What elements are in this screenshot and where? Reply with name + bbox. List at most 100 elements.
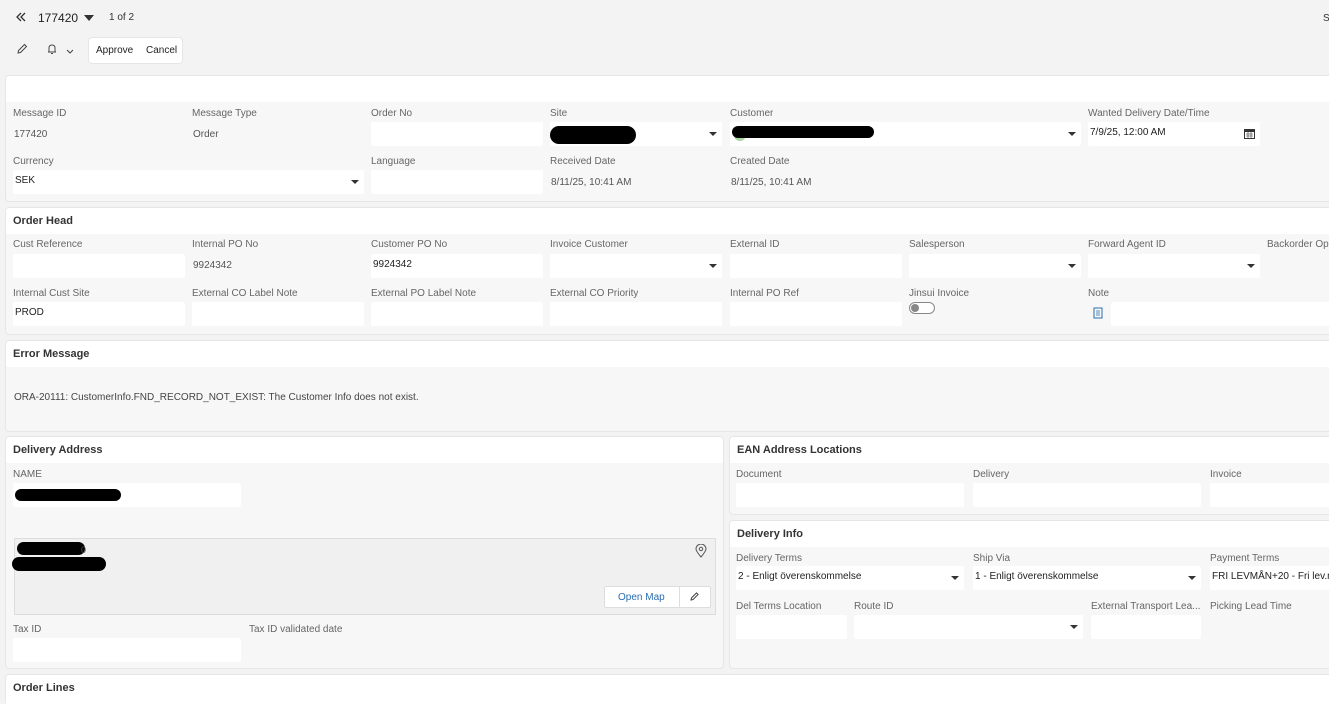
address-line2-redaction — [12, 557, 106, 571]
ean-document-label: Document — [736, 469, 782, 480]
ship-via-caret-icon — [1188, 576, 1196, 580]
button-divider — [679, 587, 680, 607]
address-postcode-fragment: 0 — [81, 545, 87, 555]
order-head-header: Order Head — [6, 208, 1329, 234]
order-head-panel: Order Head Cust Reference Internal PO No… — [6, 208, 1329, 334]
back-icon[interactable] — [14, 10, 28, 24]
internal-po-ref-label: Internal PO Ref — [730, 288, 799, 299]
site-caret-icon — [709, 132, 717, 136]
external-id-input[interactable] — [730, 254, 902, 278]
ship-via-select[interactable]: 1 - Enligt överenskommelse — [973, 566, 1201, 590]
invoice-customer-select[interactable] — [550, 254, 722, 278]
name-label: NAME — [13, 469, 42, 480]
ean-invoice-label: Invoice — [1210, 469, 1242, 480]
internal-cust-site-label: Internal Cust Site — [13, 288, 90, 299]
internal-cust-site-input[interactable]: PROD — [13, 302, 185, 326]
open-map-button[interactable]: Open Map — [618, 592, 665, 603]
salesperson-label: Salesperson — [909, 239, 965, 250]
wanted-delivery-input[interactable]: 7/9/25, 12:00 AM — [1088, 122, 1260, 146]
salesperson-select[interactable] — [909, 254, 1081, 278]
delivery-terms-caret-icon — [951, 576, 959, 580]
route-id-select[interactable] — [854, 615, 1083, 639]
ean-title: EAN Address Locations — [737, 444, 862, 456]
jinsui-invoice-label: Jinsui Invoice — [909, 288, 970, 299]
customer-label: Customer — [730, 108, 774, 119]
message-panel: Message ID 177420 Message Type Order Ord… — [6, 76, 1329, 201]
order-no-input[interactable] — [371, 122, 543, 146]
ean-document-input[interactable] — [736, 483, 964, 507]
customer-caret-icon — [1068, 132, 1076, 136]
delivery-terms-label: Delivery Terms — [736, 553, 802, 564]
route-id-caret-icon — [1070, 625, 1078, 629]
edit-address-pencil-icon[interactable] — [689, 591, 700, 602]
external-co-priority-input[interactable] — [550, 302, 722, 326]
error-title: Error Message — [13, 348, 90, 360]
internal-po-no-label: Internal PO No — [192, 239, 259, 250]
received-date-label: Received Date — [550, 156, 616, 167]
external-id-label: External ID — [730, 239, 780, 250]
customer-po-no-input[interactable]: 9924342 — [371, 254, 543, 278]
approve-button[interactable]: Approve — [96, 45, 133, 56]
site-redaction — [550, 126, 636, 144]
currency-caret-icon — [351, 180, 359, 184]
wanted-delivery-label: Wanted Delivery Date/Time — [1088, 108, 1210, 119]
ean-delivery-input[interactable] — [973, 483, 1201, 507]
payment-terms-label: Payment Terms — [1210, 553, 1280, 564]
external-co-priority-label: External CO Priority — [550, 288, 639, 299]
error-text: ORA-20111: CustomerInfo.FND_RECORD_NOT_E… — [14, 392, 419, 403]
forward-agent-id-select[interactable] — [1088, 254, 1260, 278]
ean-invoice-input[interactable] — [1210, 483, 1329, 507]
order-lines-panel: Order Lines — [6, 675, 1329, 704]
cust-reference-input[interactable] — [13, 254, 185, 278]
payment-terms-select[interactable]: FRI LEVMÅN+20 - Fri lev.må — [1210, 566, 1329, 590]
toggle-knob — [911, 304, 919, 312]
address-box: 0 Open Map — [12, 538, 716, 615]
forward-agent-caret-icon — [1247, 264, 1255, 268]
note-input[interactable] — [1111, 302, 1329, 326]
site-select[interactable] — [550, 122, 722, 146]
message-panel-header — [6, 76, 1329, 102]
tax-id-input[interactable] — [13, 638, 241, 662]
delivery-info-title: Delivery Info — [737, 528, 804, 540]
cancel-button[interactable]: Cancel — [146, 45, 177, 56]
wanted-delivery-value: 7/9/25, 12:00 AM — [1090, 127, 1166, 138]
delivery-terms-value: 2 - Enligt överenskommelse — [738, 571, 862, 582]
backorder-opt-label: Backorder Opt — [1267, 239, 1329, 250]
delivery-address-header: Delivery Address — [6, 437, 723, 463]
currency-label: Currency — [13, 156, 54, 167]
tax-id-validated-label: Tax ID validated date — [249, 624, 343, 635]
customer-select[interactable] — [730, 122, 1081, 146]
delivery-address-title: Delivery Address — [13, 444, 103, 456]
external-transport-label: External Transport Lea... — [1091, 601, 1201, 612]
ship-via-value: 1 - Enligt överenskommelse — [975, 571, 1099, 582]
delivery-terms-select[interactable]: 2 - Enligt överenskommelse — [736, 566, 964, 590]
ship-via-label: Ship Via — [973, 553, 1011, 564]
name-input[interactable] — [13, 483, 241, 507]
tax-id-label: Tax ID — [13, 624, 42, 635]
record-dropdown-icon[interactable] — [84, 15, 94, 21]
external-transport-input[interactable] — [1091, 615, 1201, 639]
invoice-customer-caret-icon — [709, 264, 717, 268]
forward-agent-id-label: Forward Agent ID — [1088, 239, 1166, 250]
order-lines-header: Order Lines — [6, 675, 1329, 704]
address-line1-redaction — [17, 542, 85, 555]
pencil-icon[interactable] — [16, 43, 28, 55]
bell-icon[interactable] — [46, 43, 58, 55]
jinsui-invoice-toggle[interactable] — [909, 302, 935, 314]
note-icon[interactable] — [1093, 307, 1103, 319]
external-co-label-note-input[interactable] — [192, 302, 364, 326]
language-input[interactable] — [371, 170, 543, 194]
calendar-icon[interactable] — [1244, 128, 1255, 139]
chevron-down-icon[interactable] — [66, 46, 74, 54]
internal-po-no-value: 9924342 — [193, 260, 232, 271]
location-pin-icon[interactable] — [695, 543, 707, 558]
order-lines-title: Order Lines — [13, 682, 75, 694]
external-po-label-note-input[interactable] — [371, 302, 543, 326]
ean-header: EAN Address Locations — [730, 437, 1329, 463]
external-co-label-note-label: External CO Label Note — [192, 288, 298, 299]
internal-po-ref-input[interactable] — [730, 302, 902, 326]
del-terms-location-input[interactable] — [736, 615, 847, 639]
salesperson-caret-icon — [1068, 264, 1076, 268]
pager-text: 1 of 2 — [109, 12, 135, 23]
currency-select[interactable]: SEK — [13, 170, 364, 194]
